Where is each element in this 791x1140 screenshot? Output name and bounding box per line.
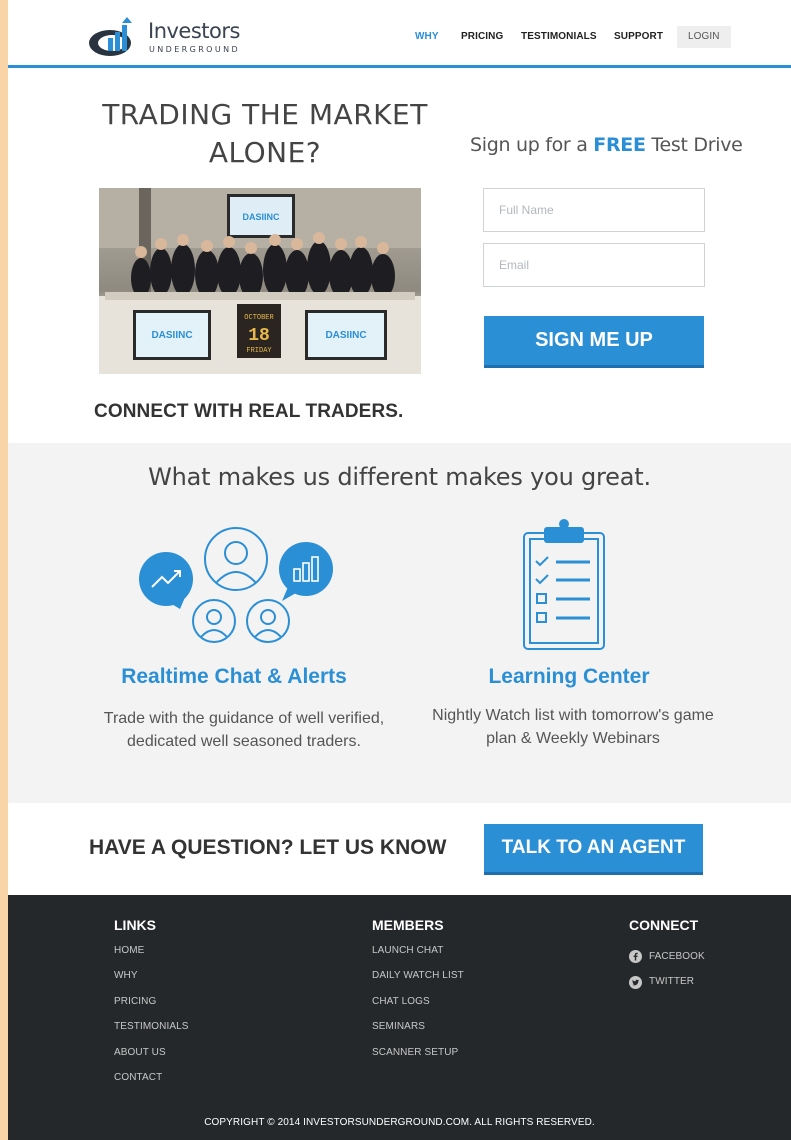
feature-chat-title: Realtime Chat & Alerts — [121, 665, 347, 688]
screen-right-text: DASIINC — [325, 330, 366, 341]
full-name-field[interactable] — [483, 188, 705, 232]
feature-chat-text: Trade with the guidance of well verified… — [103, 710, 385, 750]
brand-logo[interactable]: Investors UNDERGROUND — [88, 16, 241, 60]
footer-link-launch-chat[interactable]: LAUNCH CHAT — [372, 944, 464, 969]
ticker-weekday: FRIDAY — [246, 347, 272, 355]
screen-top-text: DASIINC — [242, 212, 280, 222]
nav-testimonials[interactable]: TESTIMONIALS — [521, 26, 597, 48]
footer-link-twitter[interactable]: TWITTER — [629, 969, 705, 994]
clipboard-checklist-icon — [523, 519, 605, 650]
footer-link-chat-logs[interactable]: CHAT LOGS — [372, 995, 464, 1020]
copyright-text: COPYRIGHT © 2014 INVESTORSUNDERGROUND.CO… — [204, 1117, 595, 1128]
nav-pricing[interactable]: PRICING — [461, 26, 503, 48]
facebook-label: FACEBOOK — [649, 950, 705, 962]
email-field[interactable] — [483, 243, 705, 287]
feature-learning-title: Learning Center — [488, 665, 650, 688]
page: Investors UNDERGROUND WHY PRICING TESTIM… — [8, 0, 791, 1140]
talk-to-agent-button[interactable]: TALK TO AN AGENT — [484, 824, 703, 875]
hero-photo: DASIINC DASIINC DASIINC OCTOBER 18 FRIDA… — [99, 188, 421, 374]
signup-title-pre: Sign up for a — [470, 134, 588, 156]
footer-link-why[interactable]: WHY — [114, 969, 189, 994]
footer-link-facebook[interactable]: FACEBOOK — [629, 944, 705, 969]
brand-subtitle: UNDERGROUND — [149, 45, 241, 54]
ticker-day: 18 — [248, 326, 270, 346]
hero-tagline: CONNECT WITH REAL TRADERS. — [94, 401, 404, 422]
logo-chart-icon — [89, 17, 132, 56]
twitter-icon — [629, 975, 642, 989]
hero-title-line-2: ALONE? — [208, 136, 322, 169]
signup-title: Sign up for a FREE Test Drive — [470, 134, 743, 156]
footer-members-column: MEMBERS LAUNCH CHAT DAILY WATCH LIST CHA… — [372, 917, 464, 1071]
footer-link-home[interactable]: HOME — [114, 944, 189, 969]
footer-links-heading: LINKS — [114, 917, 156, 933]
footer-link-pricing[interactable]: PRICING — [114, 995, 189, 1020]
cta-text: HAVE A QUESTION? LET US KNOW — [89, 836, 447, 859]
nav-login-button[interactable]: LOGIN — [677, 26, 731, 48]
ticker-month: OCTOBER — [244, 314, 274, 322]
footer-link-daily-watch-list[interactable]: DAILY WATCH LIST — [372, 969, 464, 994]
nav-why[interactable]: WHY — [415, 26, 439, 48]
features-section: What makes us different makes you great. — [8, 443, 791, 803]
sign-me-up-button[interactable]: SIGN ME UP — [484, 316, 704, 368]
signup-title-post: Test Drive — [651, 134, 743, 156]
footer-connect-column: CONNECT FACEBOOK TWITTER — [629, 917, 705, 995]
footer-connect-heading: CONNECT — [629, 917, 699, 933]
features-title: What makes us different makes you great. — [148, 463, 651, 491]
footer-link-contact[interactable]: CONTACT — [114, 1071, 189, 1096]
brand-name: Investors — [148, 19, 240, 43]
signup-title-highlight: FREE — [593, 134, 646, 156]
footer-members-heading: MEMBERS — [372, 917, 444, 933]
hero-title-line-1: TRADING THE MARKET — [102, 98, 428, 131]
site-footer: LINKS HOME WHY PRICING TESTIMONIALS ABOU… — [8, 895, 791, 1140]
footer-link-testimonials[interactable]: TESTIMONIALS — [114, 1020, 189, 1045]
chat-people-icon — [139, 527, 333, 643]
nav-support[interactable]: SUPPORT — [614, 26, 663, 48]
twitter-label: TWITTER — [649, 976, 695, 988]
footer-link-seminars[interactable]: SEMINARS — [372, 1020, 464, 1045]
facebook-icon — [629, 950, 642, 964]
screen-left-text: DASIINC — [151, 330, 192, 341]
hero-title: TRADING THE MARKET ALONE? — [100, 96, 430, 172]
site-header: Investors UNDERGROUND WHY PRICING TESTIM… — [8, 6, 791, 68]
feature-learning-text: Nightly Watch list with tomorrow's game … — [432, 707, 714, 747]
footer-link-scanner-setup[interactable]: SCANNER SETUP — [372, 1046, 464, 1071]
trading-floor-illustration: DASIINC DASIINC DASIINC OCTOBER 18 FRIDA… — [99, 188, 421, 374]
footer-link-about-us[interactable]: ABOUT US — [114, 1046, 189, 1071]
footer-links-column: LINKS HOME WHY PRICING TESTIMONIALS ABOU… — [114, 917, 189, 1096]
